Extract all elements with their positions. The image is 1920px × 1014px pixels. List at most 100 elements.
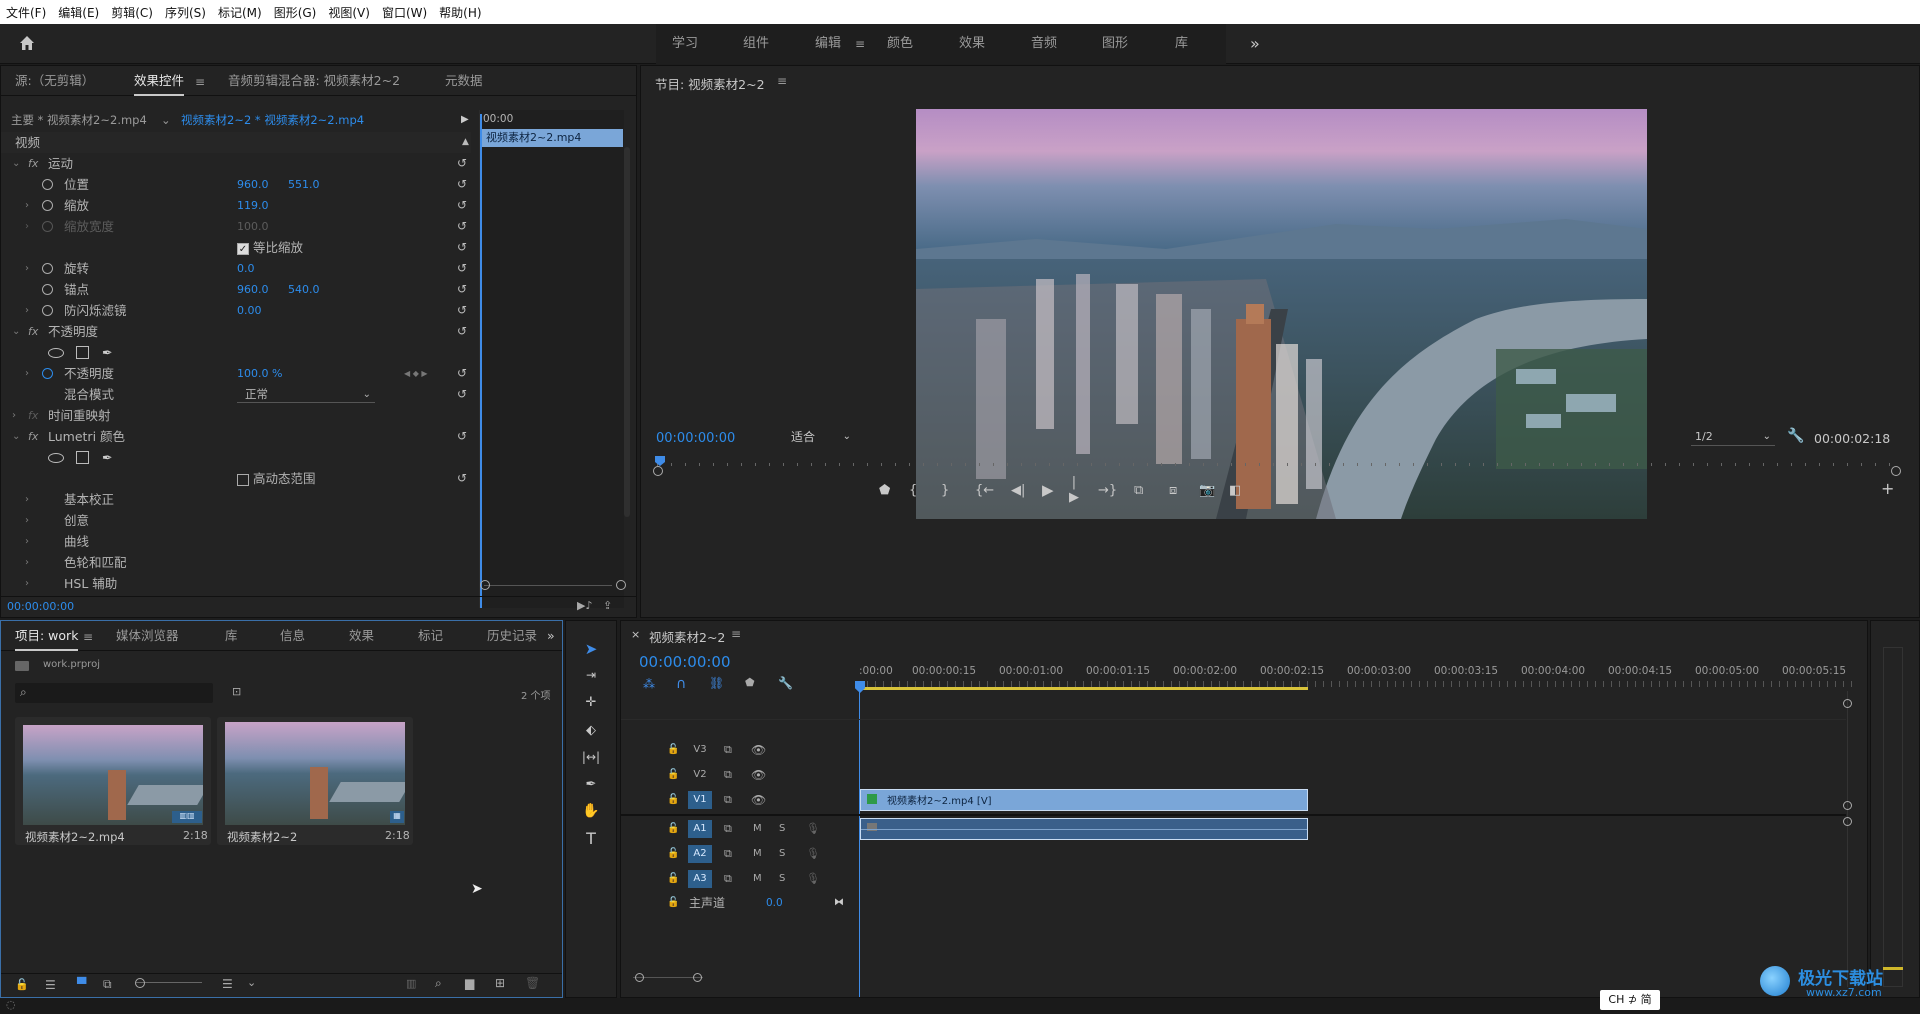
go-to-in-icon[interactable]: {← (975, 483, 994, 498)
reset-icon[interactable]: ↺ (457, 300, 467, 321)
effect-time-remap-row[interactable]: › fx 时间重映射 (1, 405, 471, 426)
mark-out-icon[interactable]: } (941, 483, 949, 498)
mini-playhead[interactable] (480, 114, 482, 608)
track-v2-label[interactable]: V2 (688, 766, 712, 784)
chevron-right-icon[interactable]: › (25, 552, 29, 573)
mini-timeline-clip[interactable]: 视频素材2~2.mp4 (480, 129, 623, 147)
freeform-view-icon[interactable]: ⧉ (103, 977, 112, 992)
zoom-fit-select[interactable]: 适合 ⌄ (787, 428, 855, 446)
sync-lock-icon[interactable]: ⧉ (724, 842, 732, 866)
eye-icon[interactable]: 👁 (751, 763, 766, 787)
scrubber-start-handle[interactable] (653, 466, 663, 476)
filter-icon[interactable]: ▶♪ (577, 599, 592, 612)
tab-history[interactable]: 历史记录 (487, 621, 537, 651)
ellipse-mask-icon[interactable] (48, 348, 64, 358)
add-marker-icon[interactable]: ⬟ (879, 483, 890, 498)
slip-tool-icon[interactable]: |↔| (578, 746, 604, 768)
ellipse-mask-icon[interactable] (48, 453, 64, 463)
lock-icon[interactable]: 🔓 (667, 817, 679, 841)
chevron-right-icon[interactable]: › (25, 300, 29, 321)
icon-view-icon[interactable]: ▀ (77, 977, 86, 991)
clip-thumbnail[interactable] (23, 725, 203, 825)
effect-opacity-row[interactable]: ⌄ fx 不透明度 ↺ (1, 321, 471, 342)
reset-icon[interactable]: ↺ (457, 174, 467, 195)
track-select-tool-icon[interactable]: ⇥ (578, 664, 604, 686)
reset-icon[interactable]: ↺ (457, 216, 467, 237)
timeline-playhead-handle[interactable] (855, 681, 865, 693)
eye-icon[interactable]: 👁 (751, 738, 766, 762)
eye-icon[interactable]: 👁 (751, 788, 766, 812)
find-icon[interactable]: ⌕ (435, 976, 442, 991)
chevron-right-icon[interactable]: › (25, 195, 29, 216)
mark-in-icon[interactable]: { (909, 483, 917, 498)
keyframe-nav-icon[interactable]: ◀ ◆ ▶ (404, 363, 428, 384)
panel-menu-icon[interactable]: ≡ (83, 630, 93, 644)
menu-clip[interactable]: 剪辑(C) (105, 0, 159, 26)
solo-button[interactable]: S (779, 817, 785, 841)
sync-lock-icon[interactable]: ⧉ (724, 738, 732, 762)
prop-rotation-value[interactable]: 0.0 (237, 258, 255, 279)
timeline-settings-icon[interactable]: 🔧 (778, 676, 793, 690)
tab-info[interactable]: 信息 (280, 621, 305, 651)
step-forward-icon[interactable]: |▶ (1069, 475, 1079, 505)
tab-source[interactable]: 源:（无剪辑） (15, 66, 94, 96)
reset-icon[interactable]: ↺ (457, 384, 467, 405)
collapse-up-icon[interactable]: ▲ (462, 132, 469, 153)
tab-effect-controls[interactable]: 效果控件 (134, 66, 185, 96)
reset-icon[interactable]: ↺ (457, 426, 467, 447)
panel-menu-icon[interactable]: ≡ (195, 75, 205, 89)
program-video-frame[interactable] (916, 109, 1647, 519)
chevron-down-icon[interactable]: ⌄ (247, 976, 256, 989)
button-editor-icon[interactable]: + (1881, 479, 1894, 498)
project-item-card[interactable]: ▥▥ 视频素材2~2.mp4 2:18 (15, 717, 211, 845)
tab-effects[interactable]: 效果 (349, 621, 374, 651)
chevron-right-icon[interactable]: › (25, 510, 29, 531)
stopwatch-icon[interactable] (42, 368, 53, 379)
scroll-handle[interactable] (1843, 699, 1852, 708)
stopwatch-icon[interactable] (42, 284, 53, 295)
lock-icon[interactable]: 🔓 (667, 867, 679, 891)
prop-anchor-x[interactable]: 960.0 (237, 279, 269, 300)
lumetri-wheels-row[interactable]: › 色轮和匹配 (1, 552, 471, 573)
effect-motion-row[interactable]: ⌄ fx 运动 ↺ (1, 153, 471, 174)
chevron-right-icon[interactable]: › (25, 573, 29, 594)
tab-project[interactable]: 项目: work (15, 621, 79, 651)
scrubber-end-handle[interactable] (1891, 466, 1901, 476)
home-icon[interactable] (18, 34, 38, 54)
close-icon[interactable]: × (631, 628, 640, 641)
workspace-menu-icon[interactable]: ≡ (855, 24, 865, 64)
workspace-audio[interactable]: 音频 (1031, 24, 1057, 64)
lock-icon[interactable]: 🔓 (667, 842, 679, 866)
microphone-icon[interactable]: 🎙 (806, 842, 820, 866)
menu-file[interactable]: 文件(F) (0, 0, 52, 26)
extract-icon[interactable]: ⧈ (1169, 483, 1177, 498)
mute-button[interactable]: M (753, 842, 762, 866)
sequence-thumbnail[interactable] (225, 722, 405, 825)
fx-icon[interactable]: fx (28, 153, 38, 174)
work-area-bar[interactable] (859, 687, 1308, 690)
play-only-icon[interactable]: ▶ (461, 110, 469, 130)
chevron-right-icon[interactable]: › (25, 531, 29, 552)
timeline-timecode[interactable]: 00:00:00:00 (639, 653, 731, 671)
export-icon[interactable]: ⇪ (603, 599, 612, 612)
mute-button[interactable]: M (753, 867, 762, 891)
zoom-handle-right[interactable] (693, 973, 702, 982)
ime-indicator[interactable]: CH ⊅ 简 (1600, 990, 1660, 1010)
prop-opacity-value[interactable]: 100.0 % (237, 363, 282, 384)
new-item-icon[interactable]: ⊞ (495, 976, 505, 990)
lumetri-hsl-row[interactable]: › HSL 辅助 (1, 573, 471, 594)
workspace-learning[interactable]: 学习 (672, 24, 698, 64)
chevron-right-icon[interactable]: › (25, 258, 29, 279)
sync-lock-icon[interactable]: ⧉ (724, 867, 732, 891)
panel-menu-icon[interactable]: ≡ (731, 627, 741, 641)
menu-edit[interactable]: 编辑(E) (52, 0, 105, 26)
tab-media-browser[interactable]: 媒体浏览器 (116, 621, 179, 651)
track-a2-label[interactable]: A2 (688, 845, 712, 863)
lumetri-basic-row[interactable]: › 基本校正 (1, 489, 471, 510)
panel-menu-icon[interactable]: ≡ (777, 74, 787, 88)
menu-help[interactable]: 帮助(H) (433, 0, 487, 26)
reset-icon[interactable]: ↺ (457, 237, 467, 258)
workspace-color[interactable]: 颜色 (887, 24, 913, 64)
lock-icon[interactable]: 🔓 (667, 763, 679, 787)
nest-toggle-icon[interactable]: ⁂ (643, 677, 655, 691)
